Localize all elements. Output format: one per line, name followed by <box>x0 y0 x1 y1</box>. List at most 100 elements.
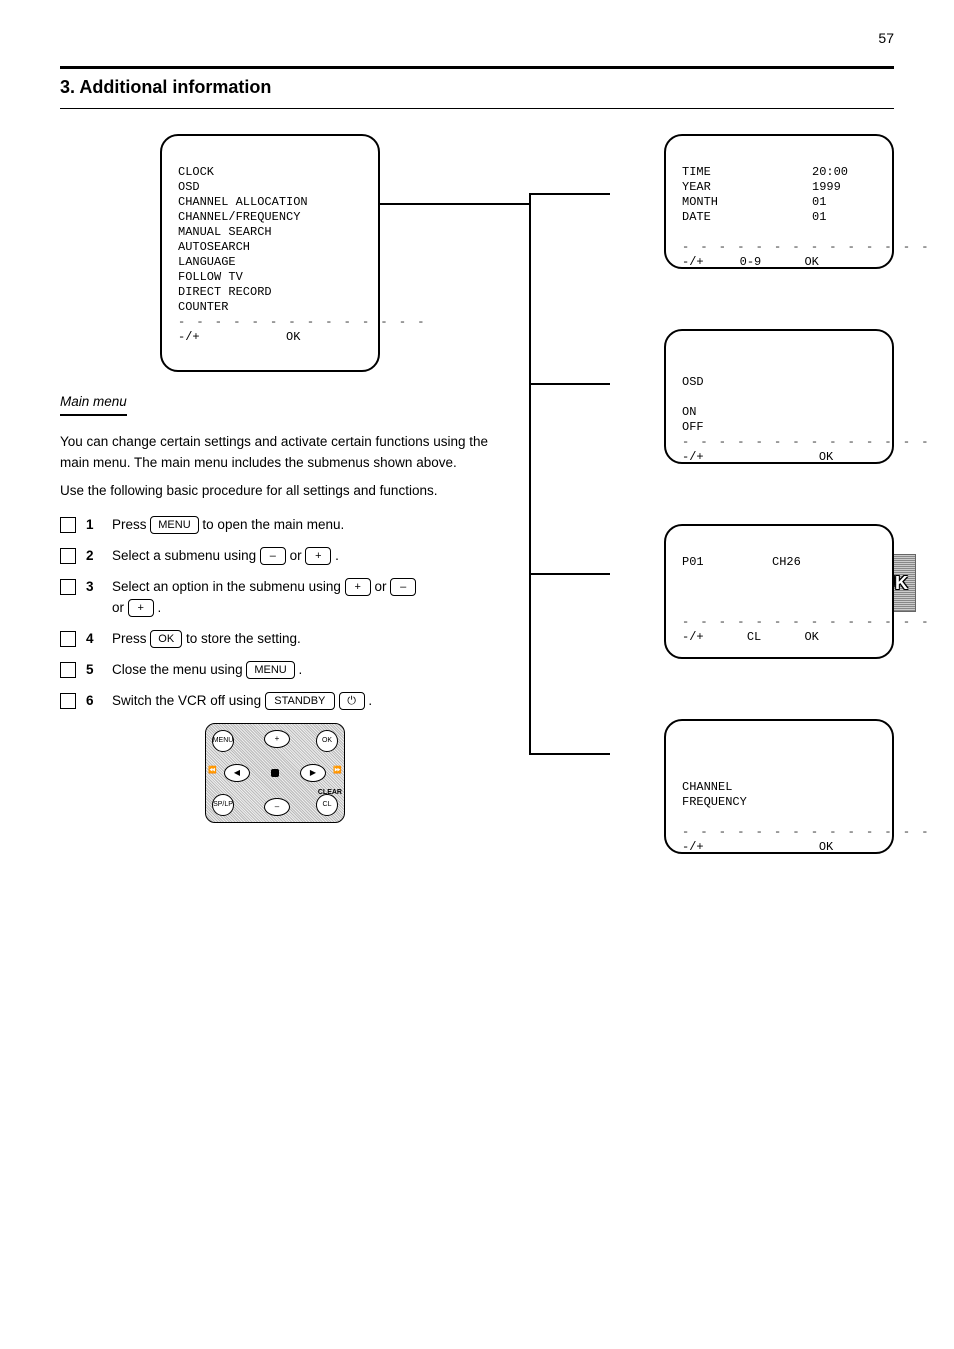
menu-item: COUNTER <box>178 300 228 314</box>
osd-chan-freq-submenu: CHANNEL FREQUENCY - - - - - - - - - - - … <box>664 719 894 854</box>
row-label: DATE <box>682 210 812 225</box>
menu-divider: - - - - - - - - - - - - - - <box>682 435 930 449</box>
remote-ok-button: OK <box>316 730 338 752</box>
checkbox-icon <box>60 631 76 647</box>
footer-item: -/+ <box>682 450 704 464</box>
step-text: Press <box>112 517 150 532</box>
step: 3 Select an option in the submenu using … <box>60 577 490 619</box>
page-number: 57 <box>878 30 894 46</box>
row-label: YEAR <box>682 180 812 195</box>
footer-item: OK <box>804 255 818 269</box>
row-value: 1999 <box>812 180 841 194</box>
step-text: Switch the VCR off using <box>112 693 265 708</box>
step-number: 4 <box>86 629 102 649</box>
key-plus: + <box>128 599 154 617</box>
intro-paragraph-1: You can change certain settings and acti… <box>60 432 490 473</box>
footer-item: OK <box>819 450 833 464</box>
intro-paragraph-2: Use the following basic procedure for al… <box>60 481 490 501</box>
osd-channel-alloc-submenu: P01CH26 - - - - - - - - - - - - - - -/+ … <box>664 524 894 659</box>
submenu-title: OSD <box>682 375 704 389</box>
osd-osd-submenu: OSD ON OFF - - - - - - - - - - - - - - -… <box>664 329 894 464</box>
key-minus: – <box>390 578 416 596</box>
row-value: CH26 <box>772 555 801 569</box>
menu-item: FOLLOW TV <box>178 270 243 284</box>
step-text: or <box>374 579 390 594</box>
row-value: CHANNEL <box>682 780 732 794</box>
key-plus: + <box>345 578 371 596</box>
menu-item: MANUAL SEARCH <box>178 225 272 239</box>
remote-clear-label: CLEAR <box>318 788 342 799</box>
menu-footer-right: OK <box>286 330 300 344</box>
step: 2 Select a submenu using – or + . <box>60 546 490 567</box>
row-label: P01 <box>682 555 772 570</box>
footer-item: -/+ <box>682 840 704 854</box>
step-text: . <box>368 693 372 708</box>
osd-main-menu: CLOCK OSD CHANNEL ALLOCATION CHANNEL/FRE… <box>160 134 380 372</box>
menu-item: AUTOSEARCH <box>178 240 250 254</box>
menu-item: CLOCK <box>178 165 214 179</box>
step: 1 Press MENU to open the main menu. <box>60 515 490 536</box>
footer-item: 0-9 <box>740 255 762 269</box>
footer-item: -/+ <box>682 630 704 644</box>
menu-divider: - - - - - - - - - - - - - - <box>682 240 930 254</box>
menu-item: CHANNEL/FREQUENCY <box>178 210 300 224</box>
row-value: 20:00 <box>812 165 848 179</box>
step-number: 6 <box>86 691 102 711</box>
menu-item: CHANNEL ALLOCATION <box>178 195 308 209</box>
remote-p-label: P <box>271 770 276 781</box>
step-number: 3 <box>86 577 102 597</box>
footer-item: CL <box>747 630 761 644</box>
key-ok: OK <box>150 630 182 648</box>
step-text: Select a submenu using <box>112 548 260 563</box>
steps-list: 1 Press MENU to open the main menu. 2 Se… <box>60 515 490 711</box>
row-label: TIME <box>682 165 812 180</box>
remote-menu-button: MENU <box>212 730 234 752</box>
step: 5 Close the menu using MENU . <box>60 660 490 681</box>
remote-rewind-icon: ⏪ <box>208 766 217 777</box>
remote-minus-button: – <box>264 798 290 816</box>
remote-right-button: ▶ <box>300 764 326 782</box>
step-number: 5 <box>86 660 102 680</box>
footer-item: OK <box>804 630 818 644</box>
row-value: OFF <box>682 420 704 434</box>
checkbox-icon <box>60 517 76 533</box>
menu-divider: - - - - - - - - - - - - - - <box>682 825 930 839</box>
menu-item: OSD <box>178 180 200 194</box>
row-value: 01 <box>812 195 826 209</box>
row-value: 01 <box>812 210 826 224</box>
remote-splp-button: SP/LP <box>212 794 234 816</box>
key-menu: MENU <box>150 516 198 534</box>
menu-item: DIRECT RECORD <box>178 285 272 299</box>
key-minus: – <box>260 547 286 565</box>
menu-divider: - - - - - - - - - - - - - - <box>682 615 930 629</box>
row-label: MONTH <box>682 195 812 210</box>
step-text: . <box>158 600 162 615</box>
menu-item: LANGUAGE <box>178 255 236 269</box>
checkbox-icon <box>60 693 76 709</box>
step-text: Press <box>112 631 150 646</box>
step-text: . <box>335 548 339 563</box>
menu-divider: - - - - - - - - - - - - - - <box>178 315 426 329</box>
key-plus: + <box>305 547 331 565</box>
footer-item: OK <box>819 840 833 854</box>
step: 4 Press OK to store the setting. <box>60 629 490 650</box>
step-text: . <box>298 662 302 677</box>
checkbox-icon <box>60 548 76 564</box>
checkbox-icon <box>60 579 76 595</box>
remote-plus-button: + <box>264 730 290 748</box>
step: 6 Switch the VCR off using STANDBY . <box>60 691 490 712</box>
row-value: ON <box>682 405 696 419</box>
row-value: FREQUENCY <box>682 795 747 809</box>
key-menu: MENU <box>246 661 294 679</box>
menu-footer-left: -/+ <box>178 330 200 344</box>
step-number: 2 <box>86 546 102 566</box>
remote-left-button: ◀ <box>224 764 250 782</box>
osd-clock-submenu: TIME20:00 YEAR1999 MONTH01 DATE01 - - - … <box>664 134 894 269</box>
step-text: Select an option in the submenu using <box>112 579 345 594</box>
subheading: Main menu <box>60 392 127 416</box>
step-number: 1 <box>86 515 102 535</box>
footer-item: -/+ <box>682 255 704 269</box>
step-text: to open the main menu. <box>202 517 344 532</box>
checkbox-icon <box>60 662 76 678</box>
step-text: Close the menu using <box>112 662 246 677</box>
